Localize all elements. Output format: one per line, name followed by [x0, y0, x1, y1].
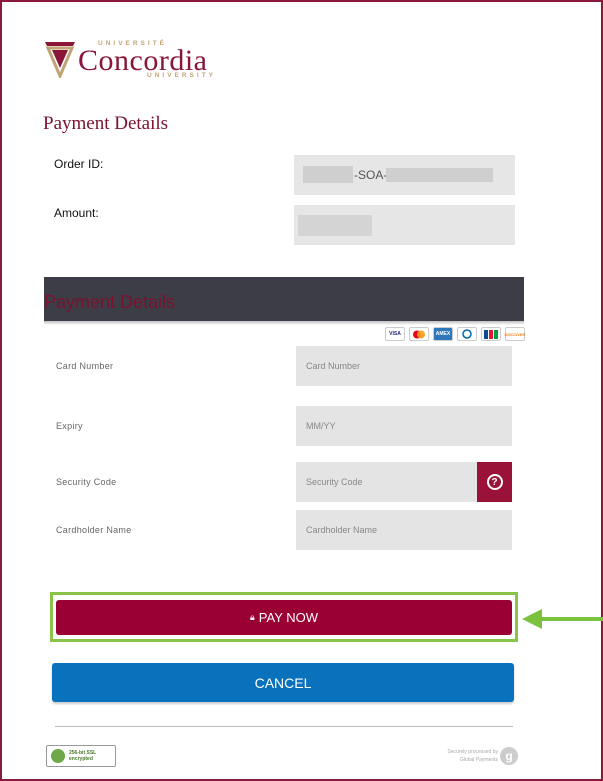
cardholder-name-input[interactable] [296, 510, 512, 550]
ssl-badge: 256-bit SSL encrypted [46, 745, 116, 767]
order-id-visible-text: -SOA- [354, 168, 388, 182]
ssl-line2: encrypted [69, 756, 93, 762]
logo-bottom-text: UNIVERSITY [147, 72, 217, 79]
header-shadow [44, 321, 524, 325]
mastercard-icon [409, 327, 429, 341]
diners-icon [457, 327, 477, 341]
order-id-label: Order ID: [54, 157, 104, 171]
amount-label: Amount: [54, 206, 99, 220]
redacted-block [298, 215, 372, 236]
arrow-left-icon [522, 609, 603, 629]
cardholder-name-label: Cardholder Name [56, 525, 132, 535]
lock-icon: 🔒︎ [249, 612, 255, 622]
security-code-input[interactable] [296, 462, 477, 502]
visa-icon: VISA [385, 327, 405, 341]
footer-divider [55, 726, 513, 727]
concordia-shield-icon [45, 42, 75, 78]
expiry-input[interactable] [296, 406, 512, 446]
redacted-block [386, 168, 493, 182]
card-number-label: Card Number [56, 361, 114, 371]
discover-icon: DISCOVER [505, 327, 525, 341]
accepted-cards: VISA AMEX DISCOVER [385, 327, 525, 341]
amex-icon: AMEX [433, 327, 453, 341]
payment-header-title: Payment Details [44, 292, 176, 312]
payment-details-header: Payment Details [44, 277, 524, 321]
redacted-block [303, 166, 353, 183]
secured-by-badge: Securely processed by Global Payments g [420, 745, 520, 767]
question-icon: ? [486, 474, 503, 490]
order-id-value: -SOA- [294, 155, 515, 195]
secured-line2: Global Payments [459, 757, 498, 763]
cancel-label: CANCEL [254, 674, 312, 691]
amount-value [294, 205, 515, 245]
ssl-lock-icon [51, 749, 65, 763]
security-code-help-button[interactable]: ? [477, 462, 512, 502]
cancel-button[interactable]: CANCEL [52, 663, 514, 702]
jcb-icon [481, 327, 501, 341]
secured-line1: Securely processed by [447, 749, 498, 755]
expiry-label: Expiry [56, 421, 83, 431]
global-payments-logo-icon: g [500, 747, 518, 765]
card-number-input[interactable] [296, 346, 512, 386]
pay-now-button[interactable]: 🔒︎ PAY NOW [56, 600, 512, 635]
security-code-label: Security Code [56, 477, 117, 487]
concordia-logo: UNIVERSITÉ Concordia UNIVERSITY [43, 36, 223, 84]
page-title: Payment Details [43, 113, 169, 134]
pay-now-label: PAY NOW [258, 610, 319, 625]
